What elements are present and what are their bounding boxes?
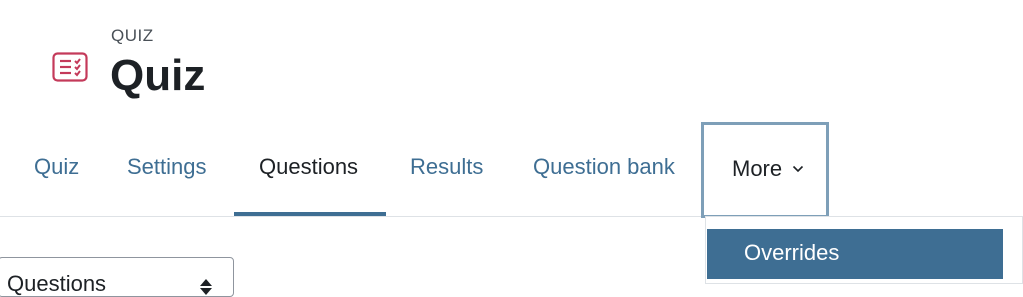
caret-sort-icon: [200, 279, 212, 295]
dropdown-item-overrides[interactable]: Overrides: [707, 229, 1003, 279]
tab-quiz[interactable]: Quiz: [34, 154, 79, 190]
tab-question-bank[interactable]: Question bank: [533, 154, 675, 190]
quiz-checklist-icon: [52, 52, 88, 82]
page-kicker: QUIZ: [111, 26, 154, 45]
tab-more-label: More: [732, 156, 783, 181]
activity-icon: [52, 52, 88, 82]
secondary-navigation: Quiz Settings Questions Results Question…: [0, 124, 1023, 216]
question-view-select[interactable]: Questions: [0, 257, 234, 297]
page-title: Quiz: [110, 51, 206, 100]
tab-results[interactable]: Results: [410, 154, 483, 190]
chevron-down-icon: [793, 165, 804, 173]
question-view-select-value: Questions: [7, 271, 107, 296]
tab-settings[interactable]: Settings: [127, 154, 207, 190]
tab-more[interactable]: More: [701, 122, 829, 218]
dropdown-item-label: Overrides: [744, 240, 840, 265]
tab-questions[interactable]: Questions: [259, 154, 358, 190]
more-dropdown-menu: Overrides: [705, 216, 1023, 284]
